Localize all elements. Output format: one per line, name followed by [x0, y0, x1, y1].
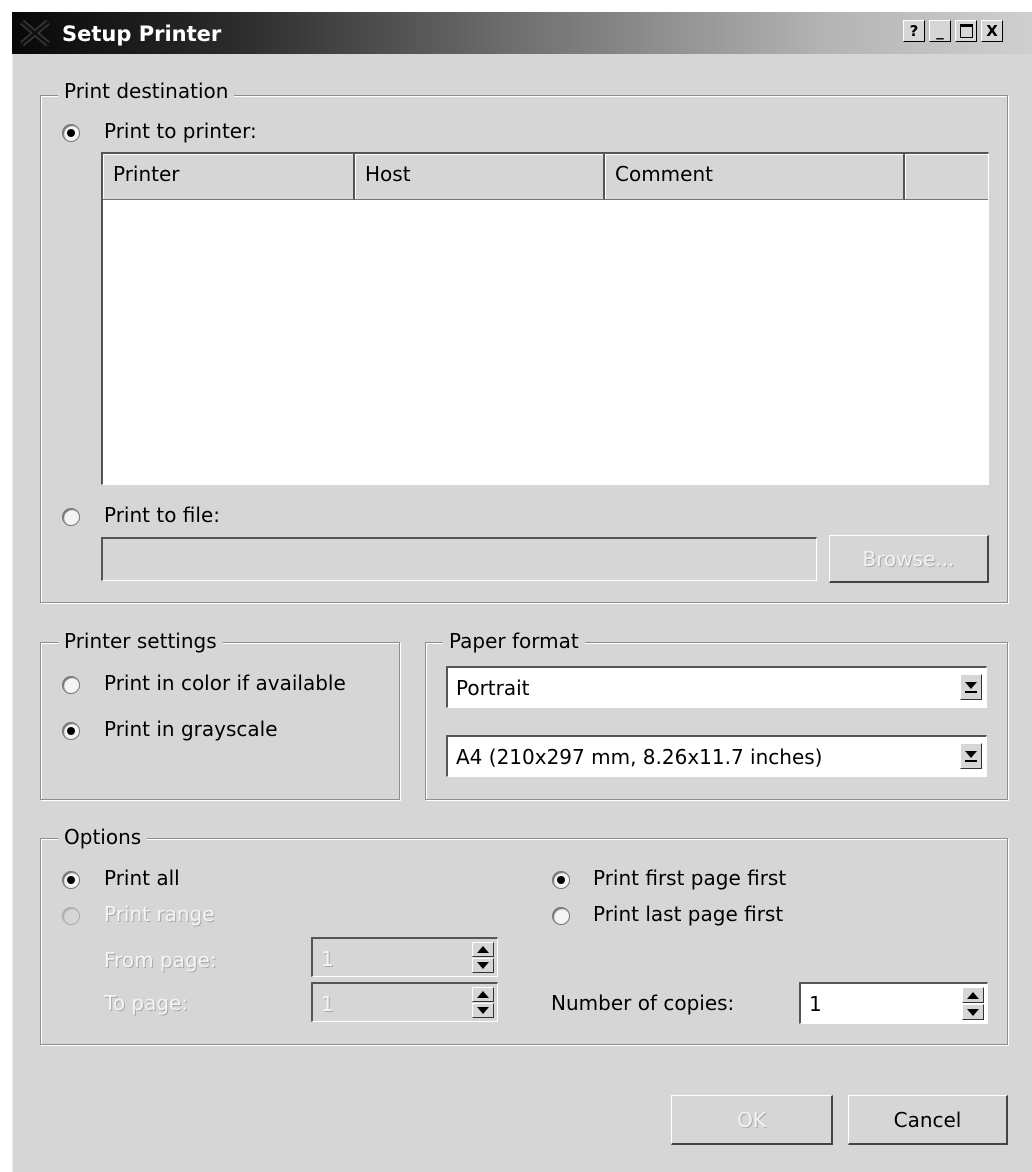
print-to-printer-radio[interactable] [62, 124, 80, 142]
print-range-radio[interactable] [62, 907, 80, 925]
from-page-increment[interactable] [472, 942, 494, 957]
print-range-label[interactable]: Print range [104, 902, 215, 926]
minimize-icon: _ [936, 21, 944, 40]
copies-spin-buttons [962, 987, 984, 1020]
arrow-up-icon [477, 946, 489, 953]
to-page-spinbox[interactable]: 1 [311, 982, 498, 1022]
number-of-copies-spinbox[interactable]: 1 [799, 982, 988, 1024]
arrow-down-icon [477, 1007, 489, 1014]
orientation-dropdown-arrow[interactable] [960, 674, 982, 700]
arrow-up-icon [967, 991, 979, 999]
arrow-up-icon [477, 991, 489, 998]
chevron-down-icon [965, 750, 977, 758]
to-page-value: 1 [321, 992, 334, 1016]
to-page-increment[interactable] [472, 987, 494, 1002]
print-first-page-first-label[interactable]: Print first page first [593, 866, 786, 890]
print-to-printer-label[interactable]: Print to printer: [104, 119, 257, 143]
browse-button[interactable]: Browse... [829, 535, 989, 583]
to-page-decrement[interactable] [472, 1003, 494, 1018]
print-in-grayscale-radio[interactable] [62, 722, 80, 740]
column-header-filler [905, 154, 988, 200]
number-of-copies-value: 1 [809, 992, 822, 1016]
options-legend: Options [58, 826, 148, 848]
arrow-down-icon [477, 962, 489, 969]
cancel-button[interactable]: Cancel [848, 1095, 1008, 1145]
to-page-label: To page: [104, 991, 189, 1015]
number-of-copies-label: Number of copies: [551, 991, 735, 1015]
window-title: Setup Printer [62, 22, 222, 46]
print-all-radio[interactable] [62, 871, 80, 889]
column-header-host[interactable]: Host [355, 154, 605, 200]
print-first-page-first-radio[interactable] [552, 871, 570, 889]
close-button[interactable]: X [981, 20, 1003, 42]
paper-size-select[interactable]: A4 (210x297 mm, 8.26x11.7 inches) [446, 735, 987, 777]
from-page-label: From page: [104, 948, 217, 972]
orientation-select[interactable]: Portrait [446, 666, 987, 708]
minimize-button[interactable]: _ [929, 20, 951, 42]
dropdown-bar-icon [965, 690, 977, 693]
column-header-comment[interactable]: Comment [605, 154, 905, 200]
ok-button[interactable]: OK [671, 1095, 833, 1145]
maximize-button[interactable] [955, 20, 977, 42]
print-last-page-first-radio[interactable] [552, 907, 570, 925]
print-in-color-radio[interactable] [62, 676, 80, 694]
copies-increment[interactable] [962, 987, 984, 1003]
print-all-label[interactable]: Print all [104, 866, 180, 890]
from-page-spin-buttons [472, 942, 494, 973]
to-page-spin-buttons [472, 987, 494, 1018]
paper-format-legend: Paper format [443, 630, 585, 652]
from-page-spinbox[interactable]: 1 [311, 937, 498, 977]
app-x-icon[interactable] [18, 18, 52, 48]
close-icon: X [986, 21, 998, 40]
orientation-value: Portrait [456, 676, 530, 700]
print-to-file-radio[interactable] [62, 508, 80, 526]
file-path-input[interactable] [101, 537, 817, 581]
print-in-color-label[interactable]: Print in color if available [104, 671, 346, 695]
print-to-file-label[interactable]: Print to file: [104, 503, 220, 527]
paper-size-value: A4 (210x297 mm, 8.26x11.7 inches) [456, 745, 823, 769]
printer-settings-legend: Printer settings [58, 630, 223, 652]
print-last-page-first-label[interactable]: Print last page first [593, 902, 783, 926]
help-button[interactable]: ? [903, 20, 925, 42]
from-page-value: 1 [321, 947, 334, 971]
from-page-decrement[interactable] [472, 958, 494, 973]
chevron-down-icon [965, 681, 977, 689]
printer-list[interactable]: Printer Host Comment [101, 152, 989, 485]
help-icon: ? [909, 21, 919, 40]
arrow-down-icon [967, 1008, 979, 1016]
print-in-grayscale-label[interactable]: Print in grayscale [104, 717, 278, 741]
column-header-printer[interactable]: Printer [103, 154, 355, 200]
paper-size-dropdown-arrow[interactable] [960, 743, 982, 769]
dropdown-bar-icon [965, 759, 977, 762]
print-destination-legend: Print destination [58, 80, 235, 102]
copies-decrement[interactable] [962, 1004, 984, 1020]
maximize-icon [959, 24, 973, 38]
